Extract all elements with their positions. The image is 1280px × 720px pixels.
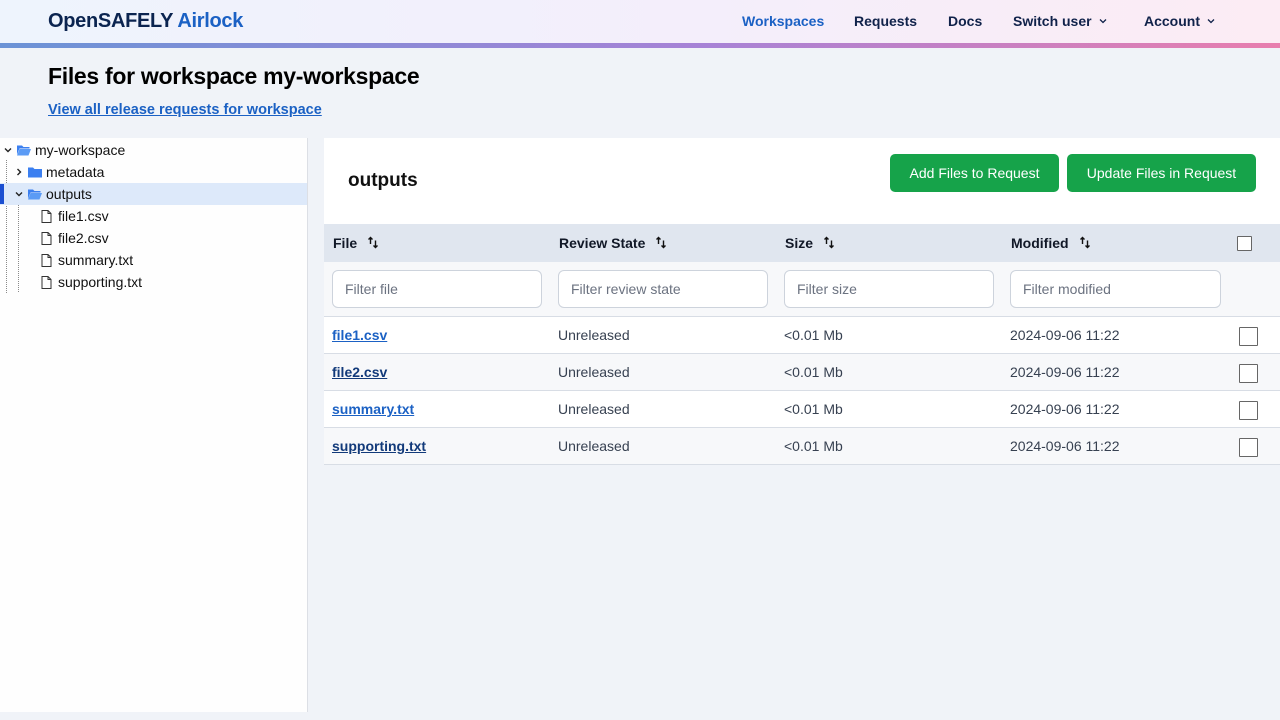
tree-item-label: file1.csv [58,208,109,224]
tree-item-label: supporting.txt [58,274,143,290]
column-header-label: Modified [1011,235,1069,251]
header-gradient-bar [0,43,1280,48]
nav-requests-label: Requests [854,13,918,29]
review-state-cell: Unreleased [558,364,630,380]
file-link[interactable]: supporting.txt [332,438,426,454]
tree-item-file2-csv[interactable]: file2.csv [0,227,307,249]
sort-icon [368,236,379,249]
file-icon [41,253,52,267]
tree-item-outputs[interactable]: outputs [0,183,307,205]
size-cell: <0.01 Mb [784,364,843,380]
selected-item-marker [0,184,4,204]
sort-icon [656,236,667,249]
column-header-label: Size [785,235,814,251]
chevron-down-icon [1207,19,1215,24]
table-row: summary.txt Unreleased <0.01 Mb 2024-09-… [324,391,1280,428]
column-header-file[interactable]: File [333,235,379,251]
modified-cell: 2024-09-06 11:22 [1010,438,1120,454]
sort-icon [824,236,835,249]
folder-icon [28,167,42,178]
select-all-checkbox[interactable] [1237,236,1252,251]
filter-file-input[interactable] [332,270,542,308]
folder-open-icon [28,189,42,200]
sort-icon [1079,236,1090,249]
row-checkbox[interactable] [1239,401,1258,420]
tree-item-label: file2.csv [58,230,109,246]
filter-modified-input[interactable] [1010,270,1221,308]
table-row: file1.csv Unreleased <0.01 Mb 2024-09-06… [324,317,1280,354]
file-icon [41,275,52,289]
chevron-down-icon [4,148,12,153]
nav-workspaces-label: Workspaces [742,13,825,29]
directory-panel: outputs Add Files to Request Update File… [324,138,1280,465]
filter-row [324,262,1280,317]
tree-item-summary-txt[interactable]: summary.txt [0,249,307,271]
nav-account[interactable]: Account [1144,13,1216,29]
column-header-label: File [333,235,358,251]
row-checkbox[interactable] [1239,327,1258,346]
panel-title: outputs [348,170,418,191]
tree-item-file1-csv[interactable]: file1.csv [0,205,307,227]
review-state-cell: Unreleased [558,438,630,454]
table-header: File Review State Size Modified [324,224,1280,262]
update-files-in-request-button[interactable]: Update Files in Request [1067,154,1256,192]
table-row: file2.csv Unreleased <0.01 Mb 2024-09-06… [324,354,1280,391]
nav-docs-label: Docs [948,13,983,29]
filter-review-state-input[interactable] [558,270,768,308]
nav-account-label: Account [1144,13,1200,29]
nav-switch-user-label: Switch user [1013,13,1092,29]
tree-item-label: my-workspace [35,142,126,158]
column-header-review-state[interactable]: Review State [559,235,667,251]
size-cell: <0.01 Mb [784,401,843,417]
nav-workspaces[interactable]: Workspaces [742,13,824,29]
tree-item-label: outputs [46,186,92,202]
tree-item-metadata[interactable]: metadata [0,161,307,183]
file-icon [41,231,52,245]
table-row: supporting.txt Unreleased <0.01 Mb 2024-… [324,428,1280,465]
tree-item-supporting-txt[interactable]: supporting.txt [0,271,307,293]
chevron-right-icon [17,168,22,176]
size-cell: <0.01 Mb [784,438,843,454]
page-title: Files for workspace my-workspace [48,63,420,89]
column-header-size[interactable]: Size [785,235,835,251]
tree-item-label: summary.txt [58,252,134,268]
view-release-requests-link[interactable]: View all release requests for workspace [48,102,322,118]
row-checkbox[interactable] [1239,438,1258,457]
column-header-modified[interactable]: Modified [1011,235,1091,251]
add-files-to-request-button[interactable]: Add Files to Request [890,154,1059,192]
tree-item-my-workspace[interactable]: my-workspace [0,139,307,161]
modified-cell: 2024-09-06 11:22 [1010,401,1120,417]
nav-requests[interactable]: Requests [854,13,917,29]
file-link[interactable]: summary.txt [332,401,414,417]
review-state-cell: Unreleased [558,401,630,417]
file-tree: my-workspace metadata outputs file1.csv … [0,138,308,712]
nav-switch-user[interactable]: Switch user [1013,13,1108,29]
tree-item-label: metadata [46,164,105,180]
main-nav: Workspaces Requests Docs Switch user Acc… [0,13,1280,33]
chevron-down-icon [1099,19,1107,24]
top-nav-bar: OpenSAFELY Airlock Workspaces Requests D… [0,0,1280,48]
nav-docs[interactable]: Docs [948,13,982,29]
file-icon [41,209,52,223]
folder-open-icon [17,145,31,156]
column-header-label: Review State [559,235,646,251]
file-link[interactable]: file2.csv [332,364,387,380]
file-link[interactable]: file1.csv [332,327,387,343]
row-checkbox[interactable] [1239,364,1258,383]
size-cell: <0.01 Mb [784,327,843,343]
filter-size-input[interactable] [784,270,994,308]
chevron-down-icon [15,192,23,197]
review-state-cell: Unreleased [558,327,630,343]
modified-cell: 2024-09-06 11:22 [1010,364,1120,380]
modified-cell: 2024-09-06 11:22 [1010,327,1120,343]
